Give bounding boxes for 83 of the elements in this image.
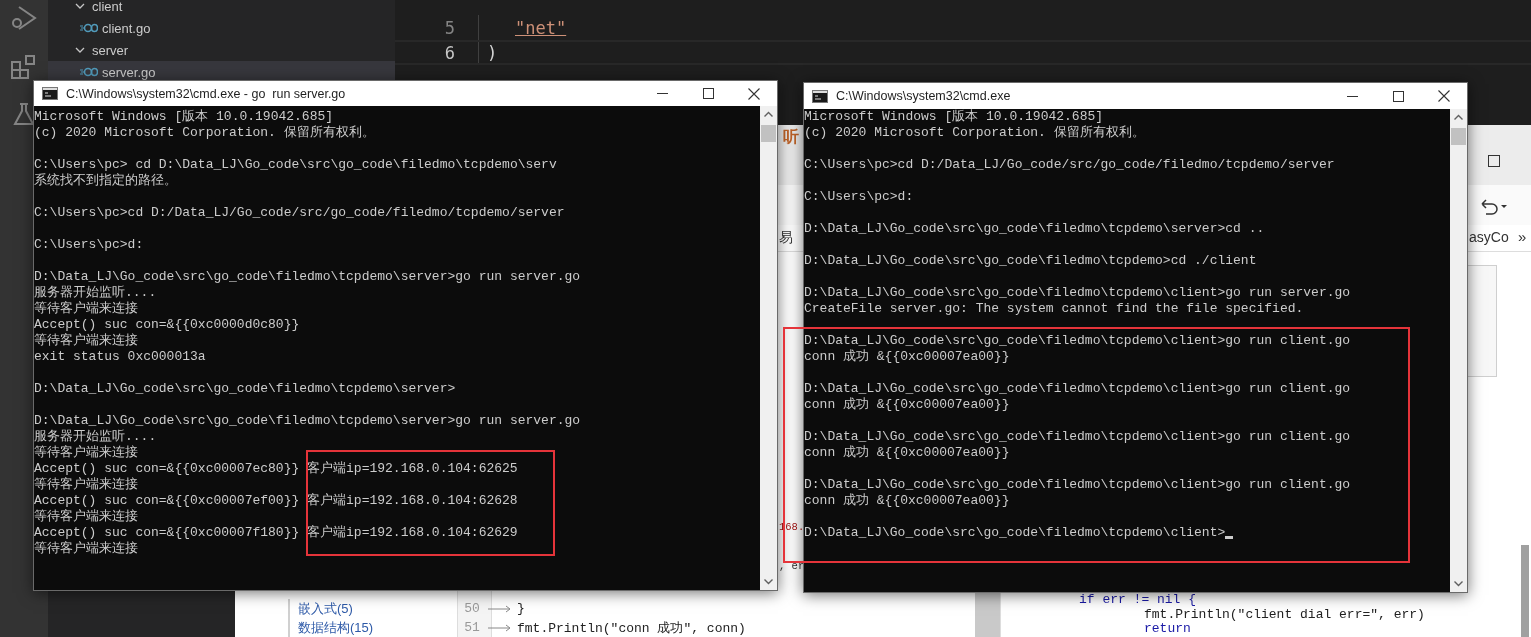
console-line: Microsoft Windows [版本 10.0.19042.685] [34, 109, 335, 125]
console-line: 服务器开始监听.... [34, 285, 158, 301]
console-line: Accept() suc con=&{{0xc0000d0c80}} [34, 317, 301, 333]
minimize-icon [1346, 95, 1358, 97]
close-icon [1438, 90, 1450, 102]
console-line: Accept() suc con=&{{0xc00007f180}} 客户端ip=192.168.0.104:62629 [34, 525, 519, 541]
line-number: 5 [443, 17, 455, 38]
extensions-icon[interactable] [11, 54, 37, 80]
console-line: D:\Data_LJ\Go_code\src\go_code\filedmo\tcpdemo\client> [804, 525, 1226, 541]
file-icon [80, 23, 98, 33]
code-line: "net" [515, 17, 567, 38]
console-line: 等待客户端来连接 [34, 301, 139, 317]
console-line: 等待客户端来连接 [34, 477, 139, 493]
scrollbar-thumb[interactable] [761, 125, 776, 142]
console-line: D:\Data_LJ\Go_code\src\go_code\filedmo\tcpdemo\client>go run client.go [804, 333, 1352, 349]
console-line: D:\Data_LJ\Go_code\src\go_code\filedmo\tcpdemo\server> [34, 381, 457, 397]
maximize-icon[interactable] [1488, 155, 1500, 167]
bookmark[interactable]: 易 [779, 229, 793, 247]
console-line: C:\Users\pc> cd D:\Data_LJ\Go_code\src\go_code\filedmo\tcpdemo\serv [34, 157, 558, 173]
maximize-icon [702, 88, 714, 99]
tree-item[interactable]: server [48, 39, 395, 61]
console-line: conn 成功 &{{0xc00007ea00}} [804, 349, 1011, 365]
console-line: Accept() suc con=&{{0xc00007ec80}} 客户端ip=192.168.0.104:62625 [34, 461, 519, 477]
line-number: 6 [443, 42, 455, 63]
console-icon [42, 87, 58, 100]
code-line: fmt.Println("client dial err=", err) [1144, 607, 1425, 622]
category-link[interactable]: 数据结构(15) [298, 618, 374, 637]
console-line: (c) 2020 Microsoft Corporation. 保留所有权利。 [34, 125, 376, 141]
console-line: D:\Data_LJ\Go_code\src\go_code\filedmo\tcpdemo\server>go run server.go [34, 269, 582, 285]
undo-icon[interactable] [1478, 197, 1508, 215]
line-number: 51 [463, 620, 481, 635]
tab-title[interactable]: 听 [783, 127, 799, 148]
console-line: conn 成功 &{{0xc00007ea00}} [804, 445, 1011, 461]
console-line: 等待客户端来连接 [34, 445, 139, 461]
console-line: D:\Data_LJ\Go_code\src\go_code\filedmo\tcpdemo\client>go run server.go [804, 285, 1352, 301]
console-line: exit status 0xc000013a [34, 349, 207, 365]
console-icon [812, 89, 828, 103]
code-line: fmt.Println("conn 成功", conn) [517, 619, 746, 637]
line-number: 50 [463, 601, 481, 616]
console-line: 等待客户端来连接 [34, 509, 139, 525]
console-line: 服务器开始监听.... [34, 429, 158, 445]
console-line: 系统找不到指定的路径。 [34, 173, 178, 189]
tab-arrow-icon [487, 604, 513, 613]
tree-item[interactable]: client [48, 0, 395, 17]
console-line: Microsoft Windows [版本 10.0.19042.685] [804, 109, 1105, 125]
tree-item[interactable]: client.go [48, 17, 395, 39]
bookmark[interactable]: asyCo [1469, 229, 1509, 245]
console-line: C:\Users\pc>cd D:/Data_LJ/Go_code/src/go_code/filedmo/tcpdemo/server [804, 157, 1336, 173]
code-line: ) [487, 42, 498, 63]
console-line: (c) 2020 Microsoft Corporation. 保留所有权利。 [804, 125, 1146, 141]
window-title: C:\Windows\system32\cmd.exe - go run server.go [66, 86, 347, 101]
window-title: C:\Windows\system32\cmd.exe [836, 89, 1012, 103]
code-fragment: , er [779, 560, 805, 572]
code-line: } [517, 601, 525, 616]
tree-item[interactable]: server.go [48, 61, 395, 83]
console-line: CreateFile server.go: The system cannot find the file specified. [804, 301, 1305, 317]
code-line: return [1144, 622, 1191, 637]
console-line: D:\Data_LJ\Go_code\src\go_code\filedmo\tcpdemo\client>go run client.go [804, 429, 1352, 445]
console-line: 等待客户端来连接 [34, 541, 139, 557]
more-bookmarks[interactable]: » [1518, 228, 1527, 245]
console-line: conn 成功 &{{0xc00007ea00}} [804, 493, 1011, 509]
maximize-icon [1392, 90, 1404, 102]
console-line: C:\Users\pc>d: [804, 189, 915, 205]
console-line: D:\Data_LJ\Go_code\src\go_code\filedmo\tcpdemo\server>cd .. [804, 221, 1266, 237]
flask-icon[interactable] [12, 102, 36, 126]
console-line: C:\Users\pc>cd D:/Data_LJ/Go_code/src/go_code/filedmo/tcpdemo/server [34, 205, 566, 221]
console-line: D:\Data_LJ\Go_code\src\go_code\filedmo\tcpdemo\client>go run client.go [804, 477, 1352, 493]
code-line: if err != nil { [1079, 593, 1197, 608]
category-link[interactable]: 嵌入式(5) [298, 599, 353, 618]
console-line: conn 成功 &{{0xc00007ea00}} [804, 397, 1011, 413]
tab-arrow-icon [487, 623, 513, 632]
console-line: Accept() suc con=&{{0xc00007ef00}} 客户端ip=192.168.0.104:62628 [34, 493, 519, 509]
console-line: D:\Data_LJ\Go_code\src\go_code\filedmo\tcpdemo>cd ./client [804, 253, 1258, 269]
minimize-icon [656, 93, 668, 94]
console-line: D:\Data_LJ\Go_code\src\go_code\filedmo\tcpdemo\server>go run server.go [34, 413, 582, 429]
console-line: 等待客户端来连接 [34, 333, 139, 349]
close-icon [748, 87, 760, 100]
run-debug-icon[interactable] [10, 4, 38, 32]
file-icon [80, 67, 98, 77]
console-line: C:\Users\pc>d: [34, 237, 145, 253]
scrollbar-thumb[interactable] [1451, 128, 1466, 145]
console-line: D:\Data_LJ\Go_code\src\go_code\filedmo\tcpdemo\client>go run client.go [804, 381, 1352, 397]
scrollbar-thumb[interactable] [1521, 545, 1529, 637]
